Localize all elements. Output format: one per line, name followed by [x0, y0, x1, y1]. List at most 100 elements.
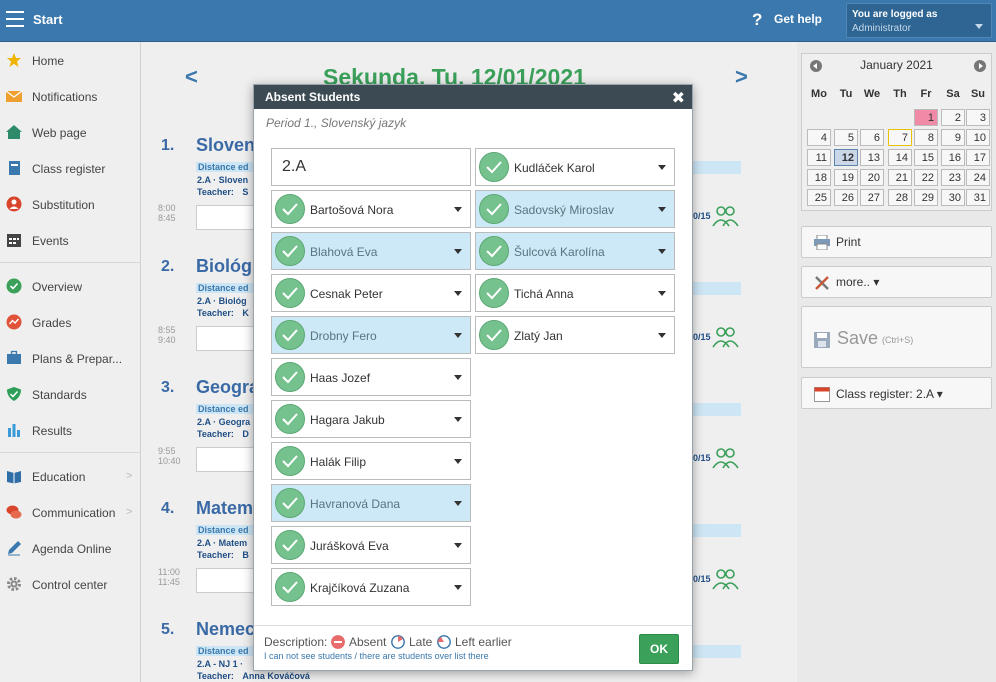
sidebar-item-overview[interactable]: Overview	[0, 271, 141, 301]
chevron-down-icon[interactable]	[454, 501, 462, 506]
chevron-down-icon[interactable]	[454, 585, 462, 590]
sidebar-item-web-page[interactable]: Web page	[0, 117, 141, 147]
sidebar-item-control-center[interactable]: Control center	[0, 569, 141, 599]
calendar-day[interactable]: 10	[966, 129, 990, 146]
chevron-down-icon[interactable]	[658, 165, 666, 170]
calendar-day[interactable]: 19	[834, 169, 858, 186]
calendar-day[interactable]: 3	[966, 109, 990, 126]
chevron-down-icon[interactable]	[454, 333, 462, 338]
period-topic-field[interactable]	[196, 205, 254, 230]
prev-day-icon[interactable]: <	[185, 64, 198, 90]
chevron-down-icon[interactable]	[454, 375, 462, 380]
sidebar-item-events[interactable]: Events	[0, 225, 141, 255]
calendar-day[interactable]: 12	[834, 149, 858, 166]
calendar-day[interactable]: 20	[860, 169, 884, 186]
students-group-icon[interactable]	[711, 447, 741, 469]
student-row[interactable]: Havranová Dana	[271, 484, 471, 522]
student-row[interactable]: Jurášková Eva	[271, 526, 471, 564]
student-row[interactable]: Haas Jozef	[271, 358, 471, 396]
chevron-down-icon[interactable]	[454, 459, 462, 464]
chevron-down-icon[interactable]	[658, 207, 666, 212]
sidebar-item-communication[interactable]: Communication >	[0, 497, 141, 527]
next-day-icon[interactable]: >	[735, 64, 748, 90]
ok-button[interactable]: OK	[639, 634, 679, 664]
calendar-day[interactable]: 8	[914, 129, 938, 146]
check-icon[interactable]	[275, 446, 305, 476]
user-menu[interactable]: You are logged as Administrator	[846, 3, 992, 38]
calendar-day[interactable]: 9	[941, 129, 965, 146]
check-icon[interactable]	[275, 362, 305, 392]
check-icon[interactable]	[275, 236, 305, 266]
missing-students-link[interactable]: I can not see students / there are stude…	[264, 651, 489, 661]
check-icon[interactable]	[479, 236, 509, 266]
sidebar-item-home[interactable]: Home	[0, 45, 141, 75]
calendar-day[interactable]: 30	[941, 189, 965, 206]
calendar-day[interactable]: 13	[860, 149, 884, 166]
student-row[interactable]: Krajčíková Zuzana	[271, 568, 471, 606]
help-icon[interactable]: ?	[752, 10, 762, 30]
student-row[interactable]: Šulcová Karolína	[475, 232, 675, 270]
student-row[interactable]: Cesnak Peter	[271, 274, 471, 312]
close-icon[interactable]: ✖	[672, 88, 685, 108]
calendar-day[interactable]: 27	[860, 189, 884, 206]
calendar-day[interactable]: 11	[807, 149, 831, 166]
sidebar-item-substitution[interactable]: Substitution	[0, 189, 141, 219]
calendar-day[interactable]: 17	[966, 149, 990, 166]
calendar-day[interactable]: 21	[888, 169, 912, 186]
sidebar-item-plans[interactable]: Plans & Prepar...	[0, 343, 141, 373]
check-icon[interactable]	[479, 278, 509, 308]
calendar-day[interactable]: 23	[941, 169, 965, 186]
calendar-day[interactable]: 5	[834, 129, 858, 146]
calendar-day[interactable]: 29	[914, 189, 938, 206]
calendar-day[interactable]: 24	[966, 169, 990, 186]
more-button[interactable]: more.. ▾	[801, 266, 992, 298]
students-group-icon[interactable]	[711, 326, 741, 348]
check-icon[interactable]	[479, 194, 509, 224]
chevron-down-icon[interactable]	[454, 207, 462, 212]
sidebar-item-agenda-online[interactable]: Agenda Online	[0, 533, 141, 563]
sidebar-item-education[interactable]: Education >	[0, 461, 141, 491]
check-icon[interactable]	[479, 152, 509, 182]
app-title[interactable]: Start	[33, 12, 63, 27]
check-icon[interactable]	[275, 320, 305, 350]
check-icon[interactable]	[275, 278, 305, 308]
calendar-day[interactable]: 4	[807, 129, 831, 146]
period-topic-field[interactable]	[196, 568, 254, 593]
student-row[interactable]: Blahová Eva	[271, 232, 471, 270]
period-topic-field[interactable]	[196, 447, 254, 472]
student-row[interactable]: Sadovský Miroslav	[475, 190, 675, 228]
chevron-down-icon[interactable]	[454, 249, 462, 254]
check-icon[interactable]	[275, 572, 305, 602]
period-topic-field[interactable]	[196, 326, 254, 351]
calendar-day[interactable]: 18	[807, 169, 831, 186]
students-group-icon[interactable]	[711, 205, 741, 227]
student-row[interactable]: Bartošová Nora	[271, 190, 471, 228]
sidebar-item-notifications[interactable]: Notifications	[0, 81, 141, 111]
calendar-day[interactable]: 7	[888, 129, 912, 146]
calendar-day[interactable]: 6	[860, 129, 884, 146]
chevron-down-icon[interactable]	[658, 333, 666, 338]
chevron-down-icon[interactable]	[454, 417, 462, 422]
calendar-day[interactable]: 31	[966, 189, 990, 206]
student-row[interactable]: Hagara Jakub	[271, 400, 471, 438]
calendar-day[interactable]: 22	[914, 169, 938, 186]
class-register-button[interactable]: Class register: 2.A ▾	[801, 377, 992, 409]
hamburger-menu-icon[interactable]	[6, 11, 24, 27]
check-icon[interactable]	[275, 488, 305, 518]
check-icon[interactable]	[275, 404, 305, 434]
calendar-day[interactable]: 14	[888, 149, 912, 166]
sidebar-item-class-register[interactable]: Class register	[0, 153, 141, 183]
chevron-down-icon[interactable]	[454, 291, 462, 296]
chevron-down-icon[interactable]	[658, 291, 666, 296]
calendar-day[interactable]: 1	[914, 109, 938, 126]
calendar-day[interactable]: 26	[834, 189, 858, 206]
students-group-icon[interactable]	[711, 568, 741, 590]
calendar-next-icon[interactable]	[974, 60, 986, 72]
chevron-down-icon[interactable]	[454, 543, 462, 548]
student-row[interactable]: Tichá Anna	[475, 274, 675, 312]
calendar-day[interactable]: 28	[888, 189, 912, 206]
chevron-down-icon[interactable]	[658, 249, 666, 254]
check-icon[interactable]	[275, 530, 305, 560]
calendar-day[interactable]: 2	[941, 109, 965, 126]
sidebar-item-grades[interactable]: Grades	[0, 307, 141, 337]
